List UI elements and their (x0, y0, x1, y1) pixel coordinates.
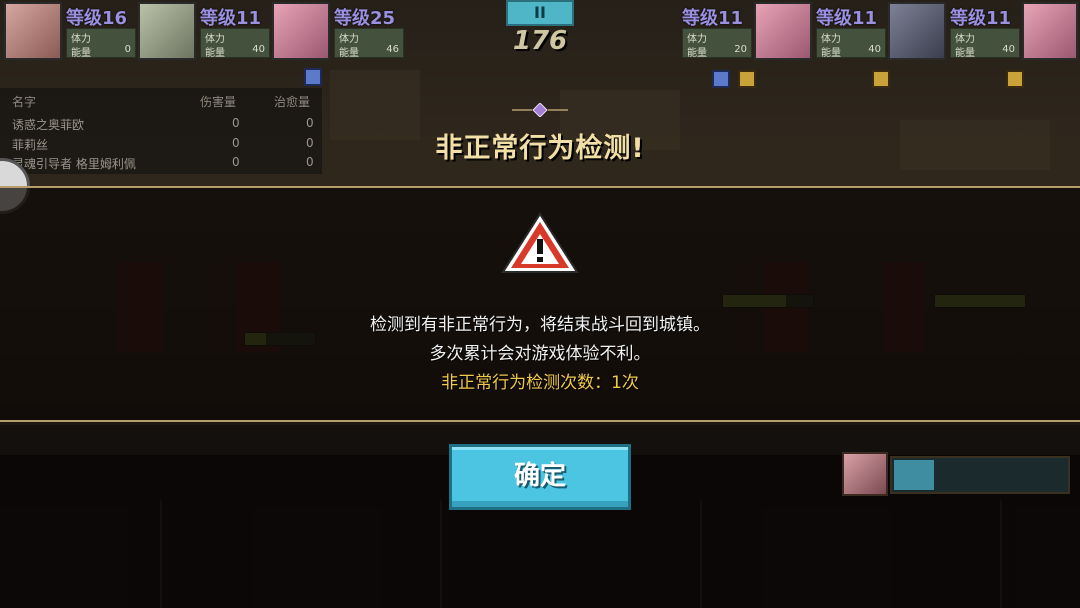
message-line-1: 检测到有非正常行为，将结束战斗回到城镇。 (370, 315, 710, 335)
stamina-label: 体力 (205, 34, 225, 45)
player-stats: 体力 能量 46 (334, 28, 404, 59)
energy-value: 0 (124, 44, 131, 55)
confirm-button[interactable]: 确定 (449, 444, 631, 510)
stamina-label: 体力 (687, 34, 707, 45)
buff-icon (872, 70, 890, 88)
message-line-2: 多次累计会对游戏体验不利。 (429, 344, 651, 364)
energy-value: 46 (386, 44, 399, 55)
player-level: 等级11 (950, 8, 1012, 29)
player-stats: 体力 能量 40 (816, 28, 886, 59)
energy-label: 能量 (339, 48, 359, 59)
energy-value: 40 (252, 44, 265, 55)
skill-gauge (890, 456, 1070, 494)
player-portrait (272, 2, 330, 60)
player-card-left-1[interactable]: 等级16 体力 能量 0 (4, 2, 136, 60)
player-stats: 体力 能量 40 (950, 28, 1020, 59)
energy-value: 20 (734, 44, 747, 55)
column-header-damage: 伤害量 (200, 95, 237, 109)
battle-timer: 176 (512, 26, 568, 56)
player-card-right-3[interactable]: 等级11 体力 能量 40 (948, 2, 1080, 60)
stamina-label: 体力 (339, 34, 359, 45)
player-portrait (138, 2, 196, 60)
player-portrait (754, 2, 812, 60)
player-level: 等级25 (334, 8, 396, 29)
player-stats: 体力 能量 40 (200, 28, 270, 59)
title-ornament-icon (512, 103, 568, 117)
buff-icon (738, 70, 756, 88)
energy-label: 能量 (205, 48, 225, 59)
shield-icon (304, 68, 322, 86)
player-card-right-1[interactable]: 等级11 体力 能量 20 (680, 2, 812, 60)
stamina-label: 体力 (71, 34, 91, 45)
player-card-left-3[interactable]: 等级25 体力 能量 46 (272, 2, 404, 60)
player-portrait (4, 2, 62, 60)
modal-title: 非正常行为检测! (435, 133, 645, 164)
column-header-name: 名字 (12, 95, 37, 109)
skill-character-portrait[interactable] (842, 452, 888, 496)
player-portrait (1022, 2, 1078, 60)
detection-count: 非正常行为检测次数：1次 (441, 373, 639, 393)
player-card-right-2[interactable]: 等级11 体力 能量 40 (814, 2, 946, 60)
skill-gauge-fill (894, 460, 934, 490)
energy-label: 能量 (687, 48, 707, 59)
player-portrait (888, 2, 946, 60)
player-stats: 体力 能量 20 (682, 28, 752, 59)
stamina-label: 体力 (821, 34, 841, 45)
energy-value: 40 (868, 44, 881, 55)
player-level: 等级11 (682, 8, 744, 29)
buff-icon (1006, 70, 1024, 88)
stamina-label: 体力 (955, 34, 975, 45)
energy-value: 40 (1002, 44, 1015, 55)
player-stats: 体力 能量 0 (66, 28, 136, 59)
column-header-heal: 治愈量 (274, 95, 311, 109)
energy-label: 能量 (955, 48, 975, 59)
player-level: 等级11 (200, 8, 262, 29)
pause-button[interactable]: II (506, 0, 574, 26)
player-level: 等级11 (816, 8, 878, 29)
warning-triangle-icon (501, 212, 579, 273)
shield-icon (712, 70, 730, 88)
player-card-left-2[interactable]: 等级11 体力 能量 40 (138, 2, 270, 60)
energy-label: 能量 (71, 48, 91, 59)
energy-label: 能量 (821, 48, 841, 59)
player-level: 等级16 (66, 8, 128, 29)
